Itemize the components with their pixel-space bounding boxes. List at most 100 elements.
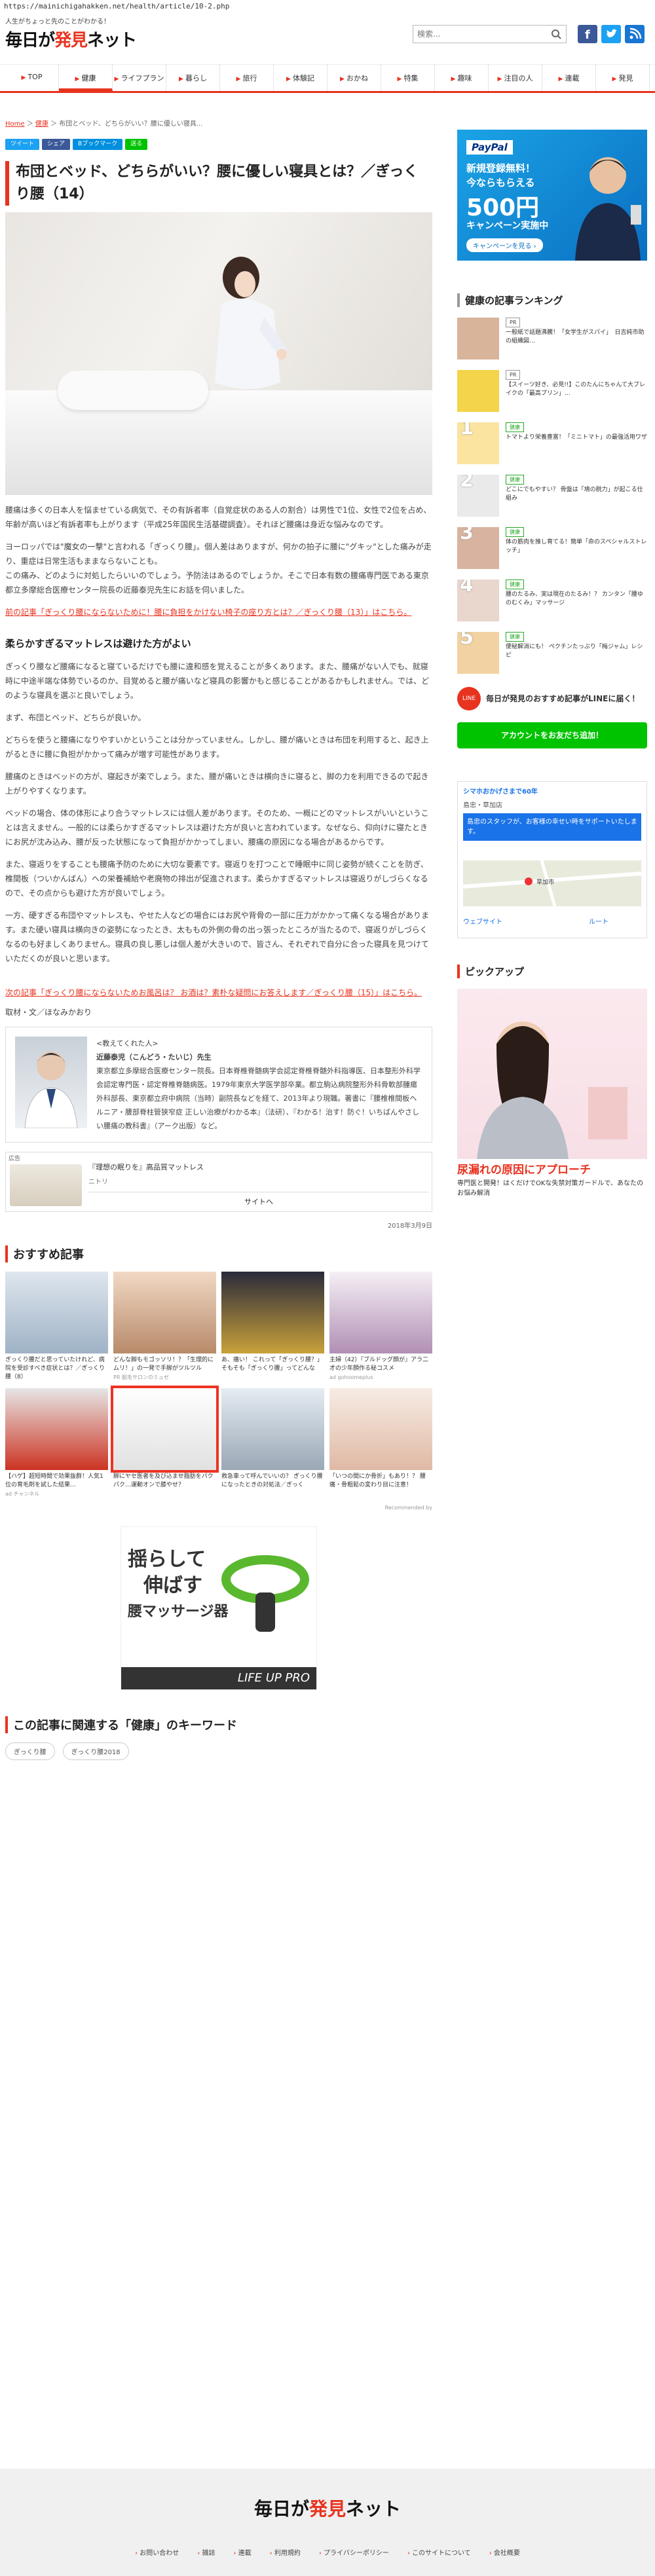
map-website-button[interactable]: ウェブサイト — [463, 916, 502, 926]
nav-item[interactable]: ▶ 旅行 — [220, 65, 274, 91]
recommend-card[interactable]: 脚にヤセ医者を及び込ませ脂肪をパクパク…運動オンで膝やせ？ — [111, 1386, 219, 1498]
tweet-button[interactable]: ツイート — [5, 139, 40, 150]
breadcrumb-category[interactable]: 健康 — [35, 120, 48, 128]
ranking-text-block: PR 【スイーツ好き、必見!!】このたんにちゃんて大ブレイクの「最高プリン」… — [506, 370, 647, 412]
ranking-thumbnail: 4 — [457, 580, 499, 621]
nav-arrow-icon: ▶ — [286, 76, 291, 83]
hatena-bookmark-button[interactable]: Bブックマーク — [73, 139, 123, 150]
nav-item[interactable]: ▶ 特集 — [381, 65, 435, 91]
nav-arrow-icon: ▶ — [558, 76, 563, 83]
svg-text:f: f — [585, 28, 590, 42]
breadcrumb-sep: ＞ — [24, 120, 35, 128]
recommend-thumbnail — [5, 1388, 108, 1470]
recommend-card[interactable]: 【ハゲ】超短時間で効果抜群！人気1位の育毛剤を試した結果… ad チャンネル — [5, 1388, 108, 1498]
mattress-image — [10, 1164, 82, 1206]
next-article-link[interactable]: 次の記事「ぎっくり腰にならないためお風呂は？ お酒は？素朴な疑問にお答えします／… — [5, 985, 432, 1000]
article-credit: 取材・文／ほなみかおり — [5, 1008, 92, 1017]
article-subheading: 柔らかすぎるマットレスは避けた方がよい — [5, 638, 191, 650]
footer-link[interactable]: 連載 — [233, 2547, 252, 2557]
pillow-shape — [58, 371, 208, 410]
twitter-icon[interactable] — [601, 25, 621, 43]
nav-item[interactable]: ▶ 体験記 — [274, 65, 328, 91]
breadcrumb-home[interactable]: Home — [5, 120, 25, 128]
search-input[interactable] — [413, 26, 544, 43]
recommend-card[interactable]: 主婦（42）『ブルドッグ顔が』アラ二才の少年顔作る秘コスメ ad gohoomep… — [329, 1272, 432, 1382]
ranking-item[interactable]: PR 一般紙で話題沸騰！「女学生がスパイ」 日吉純市助の組織図… — [457, 318, 647, 359]
nav-item-label: おかね — [346, 74, 368, 83]
footer-link[interactable]: お問い合わせ — [135, 2547, 179, 2557]
native-ad[interactable]: 広告 『理想の眠りを』高品質マットレス ニトリ サイトへ — [5, 1152, 432, 1212]
footer-link[interactable]: 雑誌 — [197, 2547, 215, 2557]
ranking-title: 一般紙で話題沸騰！「女学生がスパイ」 日吉純市助の組織図… — [506, 329, 645, 344]
recommend-grid: ぎっくり腰だと思っていたけれど、病院を受診すべき症状とは？／ぎっくり腰（8） どん… — [5, 1272, 432, 1498]
ranking-thumbnail: 2 — [457, 475, 499, 517]
nav-item[interactable]: ▶ 暮らし — [166, 65, 220, 91]
breadcrumb: Home ＞ 健康 ＞ 布団とベッド、どちらがいい？腰に優しい寝具... — [5, 118, 202, 128]
paypal-line2: 今ならもらえる — [466, 177, 535, 189]
ranking-number: 3 — [460, 527, 474, 544]
ad-site-button[interactable]: サイトへ — [88, 1192, 429, 1207]
search-button[interactable] — [546, 26, 566, 43]
nav-item-label: 連載 — [565, 74, 580, 83]
article-paragraph: ぎっくり腰など腰痛になると寝ているだけでも腰に違和感を覚えることが多くあります。… — [5, 662, 430, 700]
article-paragraph: ヨーロッパでは"魔女の一撃"と言われる「ぎっくり腰」。個人差はありますが、何かの… — [5, 542, 432, 566]
ranking-thumbnail — [457, 370, 499, 412]
map-ad[interactable]: シマホおかげさまで60年 島忠・草加店 島忠のスタッフが、お客様の幸せい時をサポ… — [457, 781, 647, 938]
prev-article-link[interactable]: 前の記事「ぎっくり腰にならないために！腰に負担をかけない椅子の座り方とは？／ぎっ… — [5, 605, 432, 619]
nav-item[interactable]: ▶ 注目の人 — [489, 65, 542, 91]
keyword-tag[interactable]: ぎっくり腰 — [5, 1742, 55, 1760]
ranking-tag: 健康 — [506, 422, 524, 432]
nav-item[interactable]: ▶ おかね — [328, 65, 381, 91]
footer-link[interactable]: 利用規約 — [270, 2547, 301, 2557]
nav-item[interactable]: ▶ 趣味 — [435, 65, 489, 91]
footer-link[interactable]: 会社概要 — [489, 2547, 520, 2557]
recommend-thumbnail — [113, 1272, 216, 1353]
expert-heading: <教えてくれた人> — [96, 1039, 159, 1048]
ranking-item[interactable]: PR 【スイーツ好き、必見!!】このたんにちゃんて大ブレイクの「最高プリン」… — [457, 370, 647, 412]
pickup-image — [457, 989, 647, 1159]
recommend-card[interactable]: 救急車って呼んでいいの？ ぎっくり腰になったときの対処法／ぎっく — [221, 1388, 324, 1498]
logo-part-c: ネット — [87, 31, 137, 50]
url-bar[interactable]: https://mainichigahakken.net/health/arti… — [0, 0, 655, 14]
bigad-line-a: 揺らして — [128, 1548, 206, 1571]
ranking-item[interactable]: 3 健康 体の筋肉を推し育てる！簡単「命のスペシャルストレッチ」 — [457, 527, 647, 569]
facebook-icon[interactable]: f — [578, 25, 597, 43]
recommend-card[interactable]: 「いつの間にか骨折」もあり！？ 腰痛・骨粗鬆の変わり目に注意！ — [329, 1388, 432, 1498]
map-route-button[interactable]: ルート — [589, 916, 608, 926]
ranking-number: 2 — [460, 475, 474, 492]
footer-link[interactable]: このサイトについて — [407, 2547, 471, 2557]
nav-item[interactable]: ▶ ライフプラン — [113, 65, 166, 91]
ranking-tag: 健康 — [506, 580, 524, 589]
pickup-card[interactable]: 尿漏れの原因にアプローチ 専門医と開発！はくだけでOKな失禁対策ガードルで、あな… — [457, 989, 647, 1224]
footer-link[interactable]: プライバシーポリシー — [319, 2547, 389, 2557]
ranking-tag: PR — [506, 318, 521, 327]
nav-item[interactable]: ▶ 健康 — [59, 65, 113, 91]
nav-item[interactable]: ▶ 連載 — [542, 65, 596, 91]
ad-title: 『理想の眠りを』高品質マットレス — [88, 1163, 204, 1171]
facebook-share-button[interactable]: シェア — [42, 139, 71, 150]
recommend-card[interactable]: ぎっくり腰だと思っていたけれど、病院を受診すべき症状とは？／ぎっくり腰（8） — [5, 1272, 108, 1382]
nav-item[interactable]: ▶ TOP — [5, 65, 59, 91]
line-share-button[interactable]: 送る — [125, 139, 148, 150]
line-promo: LINE 毎日が発見のおすすめ記事がLINEに届く！ — [457, 687, 647, 710]
footer-logo-a: 毎日が — [253, 2498, 309, 2520]
recommend-card[interactable]: あ、痛い！ これって「ぎっくり腰？」 そもそも「ぎっくり腰」ってどんな — [221, 1272, 324, 1382]
ranking-item[interactable]: 5 健康 便秘解消にも！ ぺクチンたっぷり「梅ジャム」レシピ — [457, 632, 647, 674]
line-add-friend-button[interactable]: アカウントをお友だち追加！ — [457, 722, 647, 748]
recommend-card[interactable]: どんな脚もモゴッソリ！？「生理的にムリ！」の一発で手脚がツルツル PR 脱毛サロン… — [113, 1272, 216, 1382]
ranking-text-block: PR 一般紙で話題沸騰！「女学生がスパイ」 日吉純市助の組織図… — [506, 318, 647, 359]
recommend-title: あ、痛い！ これって「ぎっくり腰？」 そもそも「ぎっくり腰」ってどんな — [221, 1357, 324, 1372]
keyword-tag[interactable]: ぎっくり腰2018 — [62, 1742, 129, 1760]
paypal-cta-button[interactable]: キャンペーンを見る › — [466, 238, 543, 252]
nav-item[interactable]: ▶ 発見 — [596, 65, 650, 91]
feed-icon[interactable] — [625, 25, 645, 43]
massager-ad[interactable]: 揺らして 伸ばす 腰マッサージ器 LIFE UP PRO — [121, 1526, 317, 1690]
paypal-banner[interactable]: PayPal 新規登録無料！ 今ならもらえる 500円 キャンペーン実施中 キャ… — [457, 130, 647, 261]
ranking-number: 5 — [460, 632, 474, 649]
ranking-item[interactable]: 4 健康 腰のたるみ、実は現在のたるみ！？ カンタン「腰ゆのむくみ」マッサージ — [457, 580, 647, 621]
ranking-item[interactable]: 2 健康 どこにでもやすい？ 骨盤は「鳩の脱力」が起こる仕組み — [457, 475, 647, 517]
recommend-title: 【ハゲ】超短時間で効果抜群！人気1位の育毛剤を試した結果… — [5, 1473, 103, 1488]
main-nav: ▶ TOP ▶ 健康 ▶ ライフプラン ▶ 暮らし ▶ 旅行 ▶ 体験記 ▶ おかね ▶ 特集 ▶ 趣味 ▶ 注目の人… — [0, 64, 655, 93]
footer-logo[interactable]: 毎日が発見ネット — [0, 2495, 655, 2521]
ranking-item[interactable]: 1 健康 トマトより栄養豊富！「ミニトマト」の最強活用ワザ — [457, 422, 647, 464]
